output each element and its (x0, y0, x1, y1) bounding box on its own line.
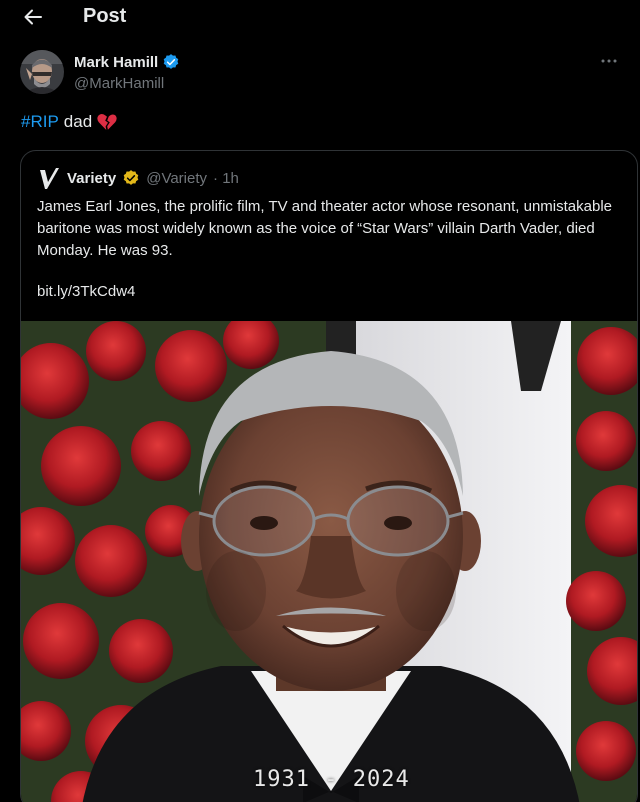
quoted-post-header: Variety @Variety · 1h (37, 166, 239, 190)
post-text: #RIP dad (21, 112, 117, 132)
quoted-author-name[interactable]: Variety (67, 170, 116, 187)
verified-badge-icon (123, 170, 139, 185)
quoted-post-image[interactable]: 1931 - 2024 (21, 321, 637, 802)
back-button[interactable] (18, 2, 48, 32)
variety-logo-icon (40, 168, 59, 189)
top-bar: Post (0, 0, 640, 34)
verified-badge-icon (163, 54, 179, 69)
author-handle[interactable]: @MarkHamill (74, 75, 164, 92)
author-name[interactable]: Mark Hamill (74, 53, 180, 71)
quoted-post-card[interactable]: Variety @Variety · 1h James Earl Jones, … (20, 150, 638, 802)
more-icon (601, 59, 617, 63)
avatar[interactable] (20, 50, 64, 94)
post-text-body: dad (63, 112, 93, 131)
page-title: Post (83, 5, 127, 27)
quoted-post-time: · 1h (213, 169, 239, 187)
hashtag-link[interactable]: #RIP (21, 112, 59, 132)
author-name-text: Mark Hamill (74, 53, 159, 71)
broken-heart-icon (97, 114, 117, 130)
quoted-post-text: James Earl Jones, the prolific film, TV … (37, 198, 613, 259)
arrow-left-icon (24, 9, 42, 25)
quoted-author-handle[interactable]: @Variety (146, 170, 207, 187)
post-author: Mark Hamill @MarkHamill (20, 50, 620, 96)
media-caption: 1931 - 2024 (253, 767, 410, 792)
more-options-button[interactable] (598, 52, 620, 70)
quoted-post-link[interactable]: bit.ly/3TkCdw4 (37, 283, 135, 300)
portrait-photo (21, 321, 637, 802)
